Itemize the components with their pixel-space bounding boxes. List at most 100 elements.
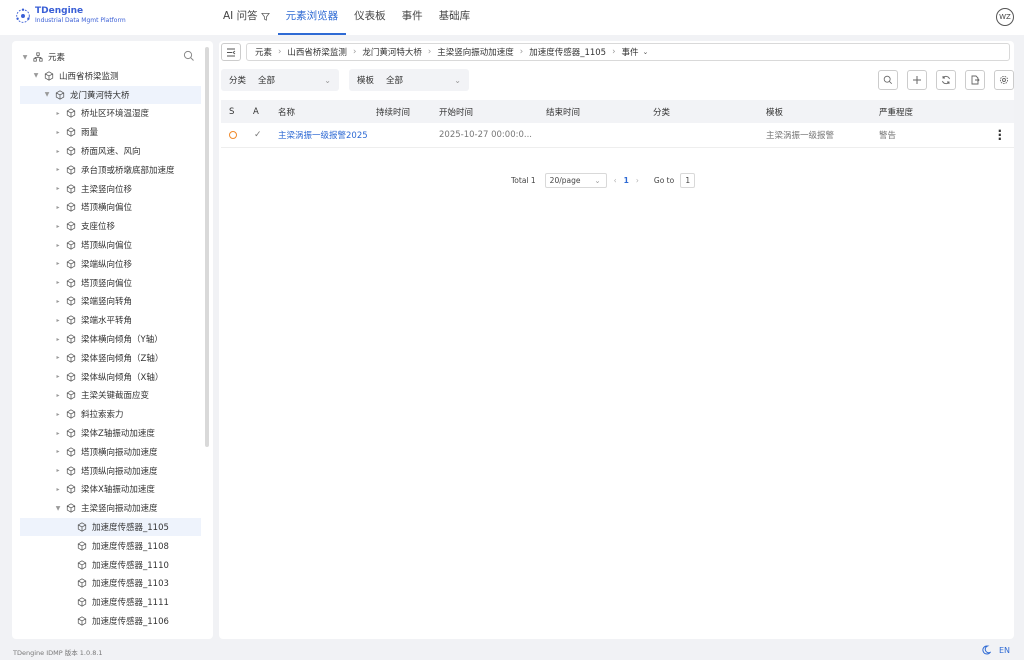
export-button[interactable]: [965, 70, 985, 90]
moon-icon[interactable]: [981, 645, 991, 655]
prev-page-icon[interactable]: ‹: [614, 176, 617, 185]
tree-item[interactable]: ▸ 梁体竖向倾角（Z轴）: [20, 349, 163, 367]
next-page-icon[interactable]: ›: [636, 176, 639, 185]
breadcrumb-item[interactable]: 元素: [255, 46, 272, 58]
tree-item[interactable]: 加速度传感器_1111: [20, 593, 169, 611]
chevron-down-icon[interactable]: ⌄: [643, 48, 649, 56]
tree-item[interactable]: ▸ 梁体横向倾角（Y轴）: [20, 330, 163, 348]
caret-right-icon[interactable]: ▸: [53, 392, 63, 399]
tree-item[interactable]: ▸ 梁端竖向转角: [20, 292, 132, 310]
more-vertical-icon[interactable]: · · ·: [997, 125, 1002, 145]
table-row[interactable]: ✓ 主梁涡振一级报警2025 2025-10-27 00:00:0... 主梁涡…: [221, 123, 1014, 148]
tree-item[interactable]: 加速度传感器_1105: [20, 518, 201, 536]
col-header-start[interactable]: 开始时间: [439, 106, 473, 118]
refresh-button[interactable]: [936, 70, 956, 90]
tree-item[interactable]: ▸ 主梁关键截面应变: [20, 386, 149, 404]
caret-down-icon[interactable]: ▼: [53, 505, 63, 512]
caret-down-icon[interactable]: ▼: [42, 91, 52, 98]
tree-item[interactable]: ▼ 山西省桥梁监测: [20, 67, 119, 85]
col-header-template[interactable]: 模板: [766, 106, 783, 118]
page-size-select[interactable]: 20/page ⌄: [544, 173, 607, 188]
page-number[interactable]: 1: [624, 176, 629, 185]
tree-item[interactable]: ▸ 梁体Z轴振动加速度: [20, 424, 155, 442]
tree-item[interactable]: 加速度传感器_1108: [20, 537, 169, 555]
sidebar-toggle-button[interactable]: [221, 43, 241, 61]
tree-item[interactable]: ▸ 塔顶纵向偏位: [20, 236, 132, 254]
caret-right-icon[interactable]: ▸: [53, 486, 63, 493]
template-filter[interactable]: 模板 全部 ⌄: [349, 69, 469, 91]
col-header-severity[interactable]: 严重程度: [879, 106, 913, 118]
logo[interactable]: TDengine Industrial Data Mgmt Platform: [14, 6, 126, 26]
caret-right-icon[interactable]: ▸: [53, 110, 63, 117]
tree-item[interactable]: ▼ 主梁竖向振动加速度: [20, 499, 158, 517]
tree-item[interactable]: ▸ 塔顶横向振动加速度: [20, 443, 158, 461]
nav-element-browser[interactable]: 元素浏览器: [277, 0, 347, 35]
goto-input[interactable]: 1: [680, 173, 696, 188]
nav-dashboard[interactable]: 仪表板: [346, 0, 394, 35]
caret-right-icon[interactable]: ▸: [53, 467, 63, 474]
tree-root[interactable]: ▼ 元素: [20, 48, 65, 66]
tree-item[interactable]: ▸ 塔顶横向偏位: [20, 198, 132, 216]
caret-right-icon[interactable]: ▸: [53, 354, 63, 361]
col-header-status[interactable]: S: [229, 107, 234, 117]
caret-right-icon[interactable]: ▸: [53, 373, 63, 380]
tree-item[interactable]: ▸ 斜拉索索力: [20, 405, 124, 423]
breadcrumb-item-current[interactable]: 事件: [621, 46, 638, 58]
col-header-name[interactable]: 名称: [278, 106, 295, 118]
tree-item[interactable]: ▸ 主梁竖向位移: [20, 180, 132, 198]
check-icon[interactable]: ✓: [254, 130, 262, 140]
search-button[interactable]: [878, 70, 898, 90]
breadcrumb-item[interactable]: 山西省桥梁监测: [287, 46, 347, 58]
caret-right-icon[interactable]: ▸: [53, 336, 63, 343]
caret-right-icon[interactable]: ▸: [53, 148, 63, 155]
caret-down-icon[interactable]: ▼: [20, 54, 30, 61]
caret-right-icon[interactable]: ▸: [53, 448, 63, 455]
tree-item[interactable]: ▼ 龙门黄河特大桥: [20, 85, 201, 104]
tree-item[interactable]: ▸ 梁端水平转角: [20, 311, 132, 329]
caret-right-icon[interactable]: ▸: [53, 129, 63, 136]
tree-item[interactable]: ▸ 雨量: [20, 123, 98, 141]
caret-right-icon[interactable]: ▸: [53, 430, 63, 437]
tree-scrollbar[interactable]: [205, 47, 209, 447]
caret-right-icon[interactable]: ▸: [53, 185, 63, 192]
tree-item[interactable]: ▸ 承台顶或桥墩底部加速度: [20, 161, 175, 179]
settings-button[interactable]: [994, 70, 1014, 90]
caret-right-icon[interactable]: ▸: [53, 204, 63, 211]
tree-item[interactable]: ▸ 桥面风速、风向: [20, 142, 141, 160]
tree-item[interactable]: 加速度传感器_1103: [20, 574, 169, 592]
nav-library[interactable]: 基础库: [431, 0, 479, 35]
caret-right-icon[interactable]: ▸: [53, 166, 63, 173]
tree-item[interactable]: ▸ 梁端纵向位移: [20, 255, 132, 273]
tree-item[interactable]: 加速度传感器_1106: [20, 612, 169, 630]
breadcrumb-item[interactable]: 主梁竖向振动加速度: [437, 46, 514, 58]
col-header-ack[interactable]: A: [253, 107, 259, 117]
caret-right-icon[interactable]: ▸: [53, 242, 63, 249]
caret-right-icon[interactable]: ▸: [53, 411, 63, 418]
search-icon[interactable]: [183, 50, 195, 62]
caret-down-icon[interactable]: ▼: [31, 72, 41, 79]
tree-item[interactable]: ▸ 桥址区环境温湿度: [20, 104, 149, 122]
caret-right-icon[interactable]: ▸: [53, 223, 63, 230]
user-avatar[interactable]: WZ: [996, 8, 1014, 26]
col-header-category[interactable]: 分类: [653, 106, 670, 118]
tree-item[interactable]: ▸ 塔顶纵向振动加速度: [20, 462, 158, 480]
breadcrumb-item[interactable]: 龙门黄河特大桥: [362, 46, 422, 58]
language-toggle[interactable]: EN: [999, 646, 1010, 655]
tree-item[interactable]: ▸ 梁体X轴振动加速度: [20, 480, 155, 498]
caret-right-icon[interactable]: ▸: [53, 317, 63, 324]
add-button[interactable]: [907, 70, 927, 90]
tree-item[interactable]: ▸ 梁体纵向倾角（X轴）: [20, 368, 163, 386]
caret-right-icon[interactable]: ▸: [53, 298, 63, 305]
col-header-end[interactable]: 结束时间: [546, 106, 580, 118]
category-filter[interactable]: 分类 全部 ⌄: [221, 69, 339, 91]
caret-right-icon[interactable]: ▸: [53, 279, 63, 286]
nav-events[interactable]: 事件: [394, 0, 431, 35]
event-name-link[interactable]: 主梁涡振一级报警2025: [278, 129, 370, 141]
caret-right-icon[interactable]: ▸: [53, 260, 63, 267]
breadcrumb-item[interactable]: 加速度传感器_1105: [529, 46, 606, 58]
tree-item[interactable]: ▸ 塔顶竖向偏位: [20, 274, 132, 292]
nav-ai-qa[interactable]: AI 问答: [215, 0, 278, 35]
col-header-duration[interactable]: 持续时间: [376, 106, 410, 118]
tree-item[interactable]: 加速度传感器_1110: [20, 556, 169, 574]
tree-item[interactable]: ▸ 支座位移: [20, 217, 115, 235]
